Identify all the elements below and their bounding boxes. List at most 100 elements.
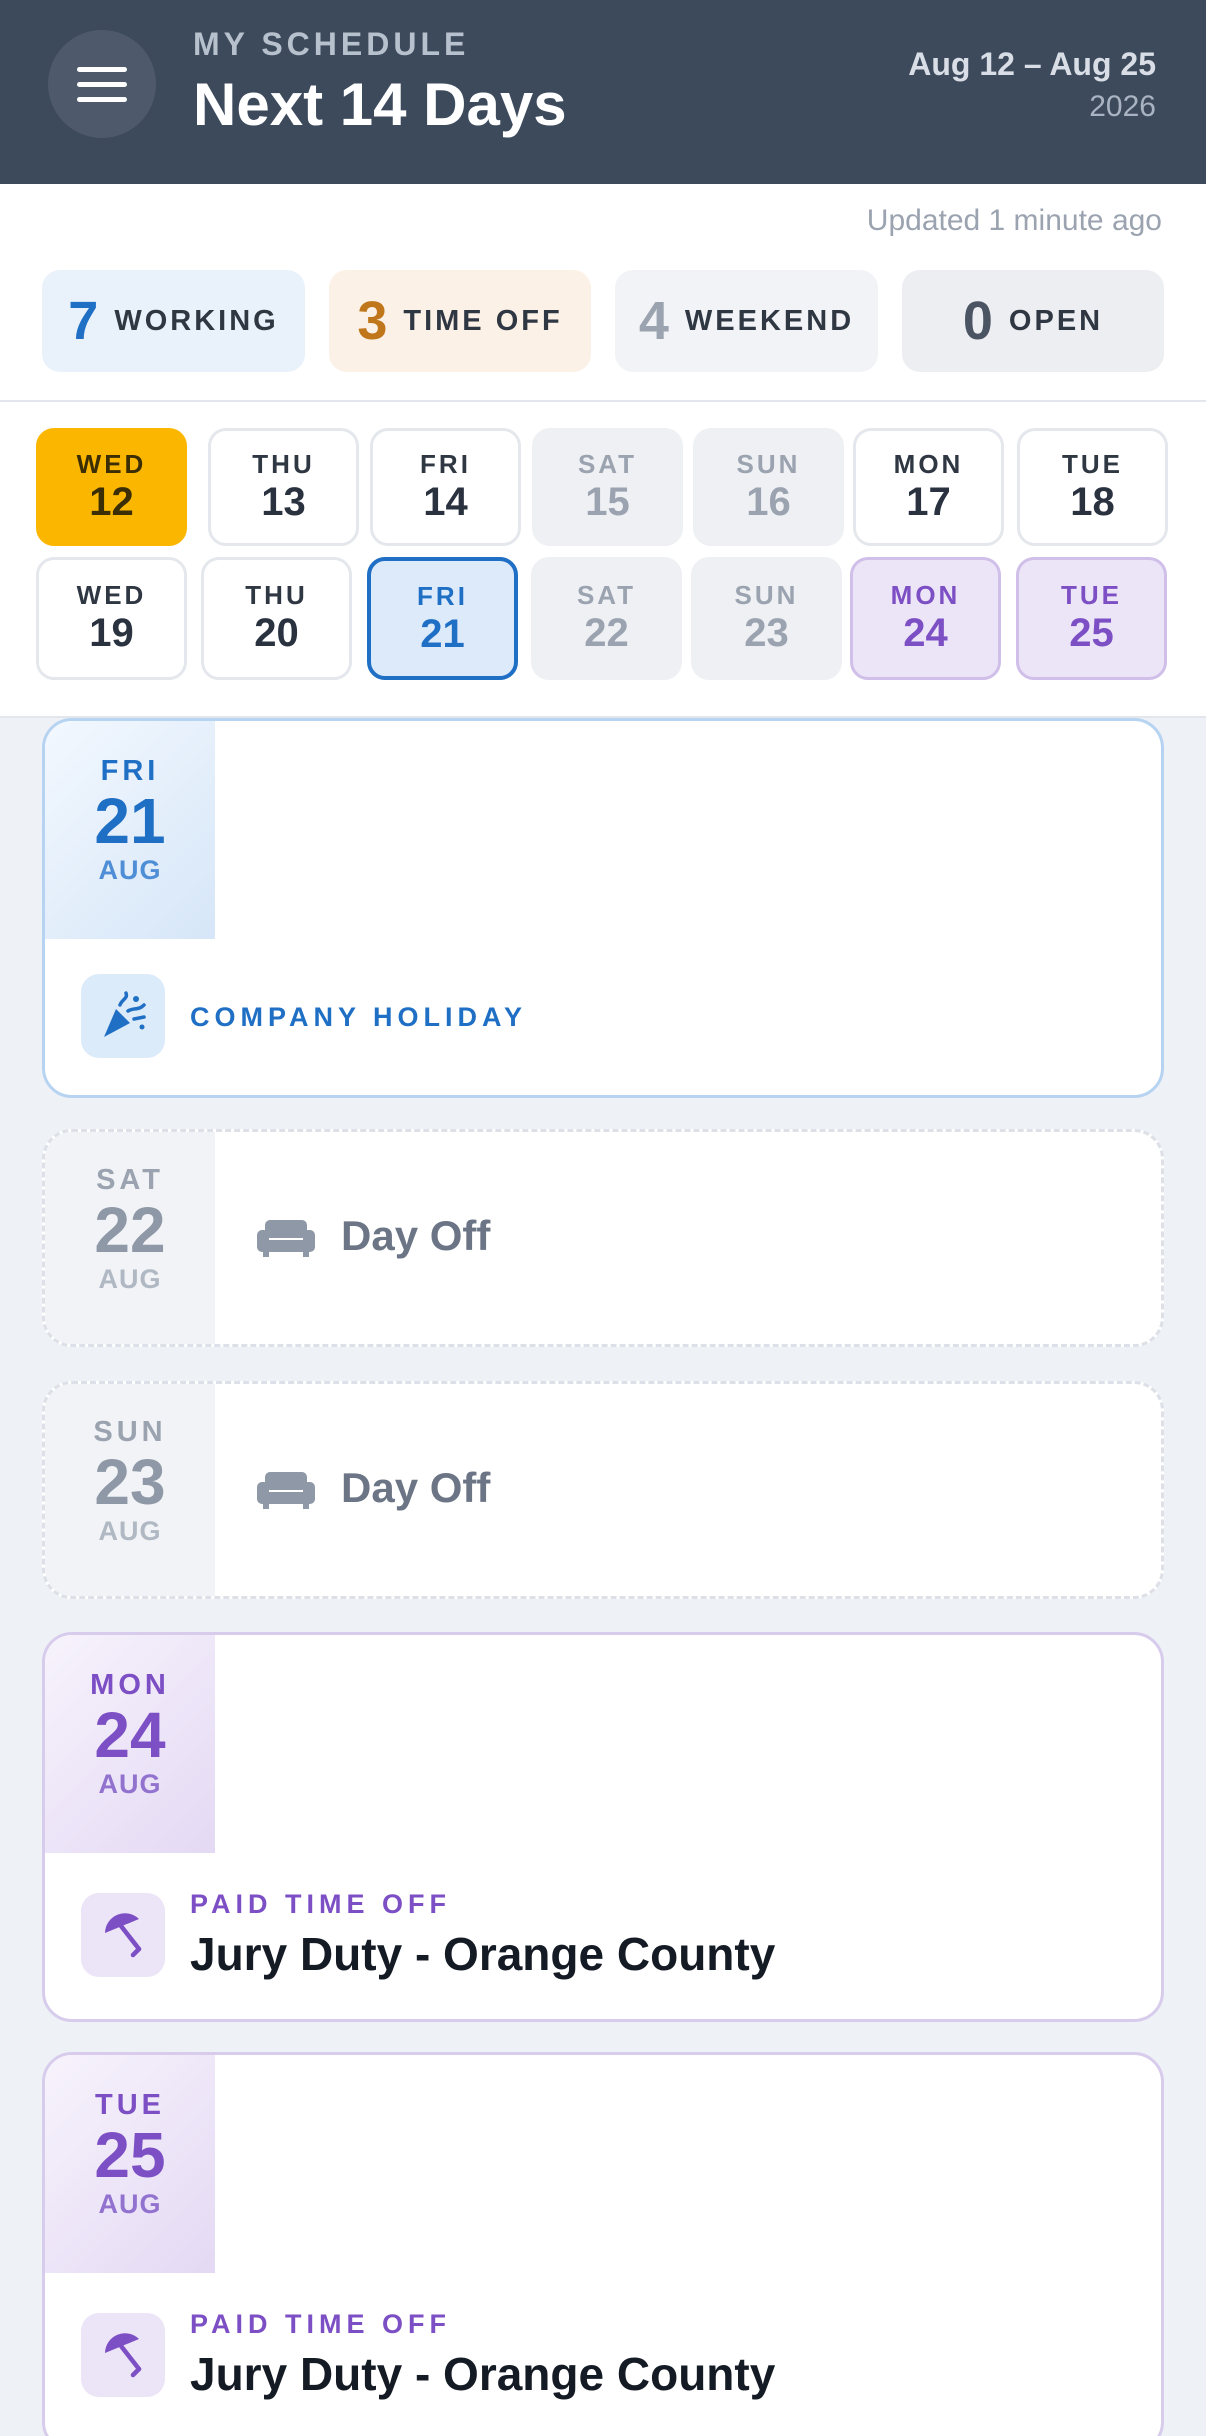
day-chip-date: 18 <box>1070 480 1115 524</box>
day-chip-date: 23 <box>744 611 789 655</box>
pto-title: Jury Duty - Orange County <box>190 2348 776 2400</box>
day-selector-grid: WED 12 THU 13 FRI 14 SAT 15 SUN 16 MON 17 TUE 1… <box>0 402 1206 718</box>
day-off-label: Day Off <box>341 1212 491 1259</box>
day-chip-date: 22 <box>584 611 629 655</box>
stat-weekend-count: 4 <box>638 291 669 351</box>
day-chip-selected[interactable]: FRI 21 <box>367 557 518 680</box>
day-chip-weekday: THU <box>245 580 308 610</box>
day-chip-date: 25 <box>1069 611 1114 655</box>
card-month: AUG <box>98 855 162 886</box>
day-chip-date: 21 <box>420 612 465 656</box>
stat-time-off-count: 3 <box>357 291 388 351</box>
party-popper-icon <box>81 974 165 1058</box>
card-day-number: 21 <box>94 785 166 857</box>
stat-working-label: WORKING <box>114 304 279 337</box>
day-chip-weekday: MON <box>890 580 961 610</box>
day-chip-date: 19 <box>89 611 134 655</box>
stat-open[interactable]: 0 OPEN <box>902 270 1164 372</box>
stat-weekend-label: WEEKEND <box>684 304 855 337</box>
card-tag-paid-time-off: PAID TIME OFF <box>190 2309 451 2339</box>
schedule-card-day-off[interactable]: SUN 23 AUG Day Off <box>42 1381 1164 1599</box>
day-chip[interactable]: WED 19 <box>36 557 187 680</box>
day-off-label: Day Off <box>341 1464 491 1511</box>
card-weekday: MON <box>90 1669 170 1701</box>
card-month: AUG <box>98 1769 162 1800</box>
schedule-card-pto[interactable]: MON 24 AUG PAID TIME OFF Jury Duty - Ora… <box>42 1632 1164 2022</box>
pto-title: Jury Duty - Orange County <box>190 1928 776 1980</box>
stat-open-count: 0 <box>962 291 993 351</box>
card-date-column: MON 24 AUG <box>45 1635 215 1853</box>
card-tag-company-holiday: COMPANY HOLIDAY <box>190 1002 528 1032</box>
card-day-number: 23 <box>94 1446 166 1518</box>
menu-button[interactable] <box>48 30 156 138</box>
stat-working[interactable]: 7 WORKING <box>42 270 305 372</box>
day-chip[interactable]: SUN 23 <box>691 557 842 680</box>
umbrella-icon <box>81 1893 165 1977</box>
card-day-number: 25 <box>94 2119 166 2191</box>
day-chip-weekday: SUN <box>734 580 799 610</box>
day-chip-weekday: TUE <box>1061 580 1122 610</box>
day-chip[interactable]: SAT 22 <box>531 557 682 680</box>
schedule-card-day-off[interactable]: SAT 22 AUG Day Off <box>42 1129 1164 1347</box>
day-chip-weekday: FRI <box>420 449 471 479</box>
card-month: AUG <box>98 1516 162 1547</box>
card-weekday: SAT <box>96 1164 164 1196</box>
day-chip-weekday: TUE <box>1062 449 1123 479</box>
card-weekday: FRI <box>100 755 160 787</box>
day-chip-weekday: WED <box>76 580 147 610</box>
hamburger-menu-icon <box>77 66 127 72</box>
card-day-number: 22 <box>94 1194 166 1266</box>
stat-time-off-label: TIME OFF <box>403 304 563 337</box>
card-day-number: 24 <box>94 1699 166 1771</box>
day-chip-date: 20 <box>254 611 299 655</box>
updated-timestamp: Updated 1 minute ago <box>866 204 1162 237</box>
stat-time-off[interactable]: 3 TIME OFF <box>329 270 591 372</box>
day-chip-date: 16 <box>746 480 791 524</box>
day-chip[interactable]: SUN 16 <box>693 428 844 546</box>
day-chip[interactable]: THU 20 <box>201 557 352 680</box>
schedule-card-holiday[interactable]: FRI 21 AUG COMPANY HOLIDAY <box>42 718 1164 1098</box>
app-header: MY SCHEDULE Next 14 Days Aug 12 – Aug 25… <box>0 0 1206 184</box>
day-chip[interactable]: MON 17 <box>853 428 1004 546</box>
summary-panel: Updated 1 minute ago 7 WORKING 3 TIME OF… <box>0 184 1206 402</box>
stat-working-count: 7 <box>68 291 99 351</box>
card-weekday: TUE <box>95 2089 165 2121</box>
card-date-column: SUN 23 AUG <box>45 1384 215 1596</box>
stat-open-label: OPEN <box>1008 304 1104 337</box>
day-chip-date: 13 <box>261 480 306 524</box>
day-chip[interactable]: THU 13 <box>208 428 359 546</box>
header-eyebrow: MY SCHEDULE <box>193 26 470 62</box>
card-date-column: SAT 22 AUG <box>45 1132 215 1344</box>
day-chip[interactable]: TUE 18 <box>1017 428 1168 546</box>
day-chip-weekday: FRI <box>417 581 468 611</box>
day-chip[interactable]: WED 12 <box>36 428 187 546</box>
day-chip[interactable]: FRI 14 <box>370 428 521 546</box>
couch-icon <box>257 1218 315 1263</box>
day-chip-weekday: WED <box>76 449 147 479</box>
day-chip-weekday: SAT <box>576 580 637 610</box>
day-chip-weekday: MON <box>893 449 964 479</box>
day-chip-date: 14 <box>423 480 468 524</box>
card-date-column: FRI 21 AUG <box>45 721 215 939</box>
day-chip-weekday: SUN <box>736 449 801 479</box>
couch-icon <box>257 1470 315 1515</box>
day-chip-date: 15 <box>585 480 630 524</box>
card-date-column: TUE 25 AUG <box>45 2055 215 2273</box>
day-chip-weekday: THU <box>252 449 315 479</box>
card-month: AUG <box>98 1264 162 1295</box>
umbrella-icon <box>81 2313 165 2397</box>
day-chip-date: 12 <box>89 480 134 524</box>
day-chip[interactable]: TUE 25 <box>1016 557 1167 680</box>
stat-weekend[interactable]: 4 WEEKEND <box>615 270 878 372</box>
card-tag-paid-time-off: PAID TIME OFF <box>190 1889 451 1919</box>
day-chip-weekday: SAT <box>577 449 638 479</box>
date-range: Aug 12 – Aug 25 <box>908 46 1156 82</box>
page-title: Next 14 Days <box>193 71 567 138</box>
schedule-card-pto[interactable]: TUE 25 AUG PAID TIME OFF Jury Duty - Ora… <box>42 2052 1164 2436</box>
card-weekday: SUN <box>93 1416 167 1448</box>
day-chip[interactable]: MON 24 <box>850 557 1001 680</box>
day-chip[interactable]: SAT 15 <box>532 428 683 546</box>
day-chip-date: 17 <box>906 480 951 524</box>
date-range-year: 2026 <box>1089 90 1156 123</box>
day-chip-date: 24 <box>903 611 948 655</box>
